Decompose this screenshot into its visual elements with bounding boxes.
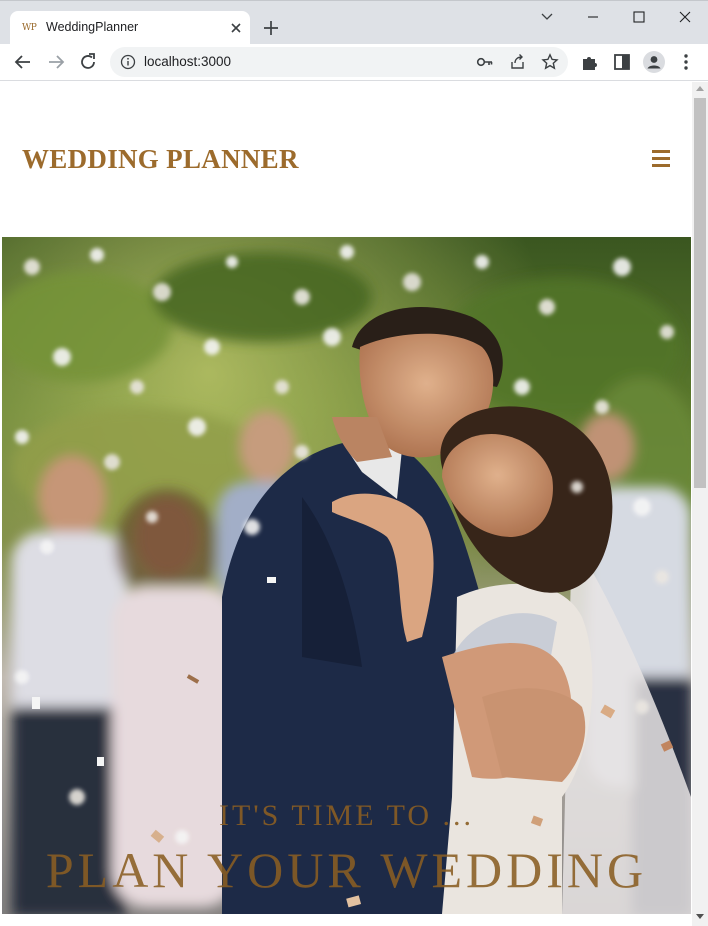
browser-toolbar: localhost:3000 bbox=[0, 44, 708, 81]
hamburger-menu-icon[interactable] bbox=[652, 150, 672, 167]
tab-title: WeddingPlanner bbox=[46, 20, 139, 34]
tab-close-icon[interactable] bbox=[226, 18, 246, 38]
page-viewport: WEDDING PLANNER IT'S TIME TO ... PLAN YO… bbox=[0, 82, 692, 914]
scroll-up-arrow-icon[interactable] bbox=[696, 86, 704, 91]
scrollbar-thumb[interactable] bbox=[694, 98, 706, 488]
page-bottom-edge bbox=[0, 914, 692, 926]
info-icon[interactable] bbox=[120, 54, 136, 70]
reload-icon[interactable] bbox=[76, 50, 100, 74]
side-panel-icon[interactable] bbox=[610, 50, 634, 74]
star-icon[interactable] bbox=[541, 53, 559, 71]
scroll-down-arrow-icon[interactable] bbox=[696, 914, 704, 919]
favicon-icon: WP bbox=[22, 23, 37, 33]
share-icon[interactable] bbox=[509, 53, 527, 71]
site-logo[interactable]: WEDDING PLANNER bbox=[22, 144, 299, 175]
chevron-down-icon[interactable] bbox=[530, 5, 564, 31]
minimize-icon[interactable] bbox=[576, 5, 610, 31]
hero-section: IT'S TIME TO ... PLAN YOUR WEDDING bbox=[2, 237, 691, 914]
forward-icon[interactable] bbox=[44, 50, 68, 74]
profile-icon[interactable] bbox=[642, 50, 666, 74]
browser-tab[interactable]: WP WeddingPlanner bbox=[10, 11, 250, 45]
url-text[interactable]: localhost:3000 bbox=[144, 54, 231, 69]
new-tab-icon[interactable] bbox=[260, 17, 282, 39]
hero-headline: PLAN YOUR WEDDING bbox=[45, 842, 648, 898]
more-icon[interactable] bbox=[674, 50, 698, 74]
maximize-icon[interactable] bbox=[622, 5, 656, 31]
page-scrollbar[interactable] bbox=[692, 82, 708, 926]
back-icon[interactable] bbox=[11, 50, 35, 74]
extensions-icon[interactable] bbox=[578, 50, 602, 74]
address-bar[interactable]: localhost:3000 bbox=[110, 47, 568, 77]
hero-kicker-text: IT'S TIME TO ... bbox=[218, 799, 475, 832]
key-icon[interactable] bbox=[476, 54, 494, 70]
tab-strip: WP WeddingPlanner bbox=[0, 0, 708, 45]
close-icon[interactable] bbox=[668, 5, 702, 31]
